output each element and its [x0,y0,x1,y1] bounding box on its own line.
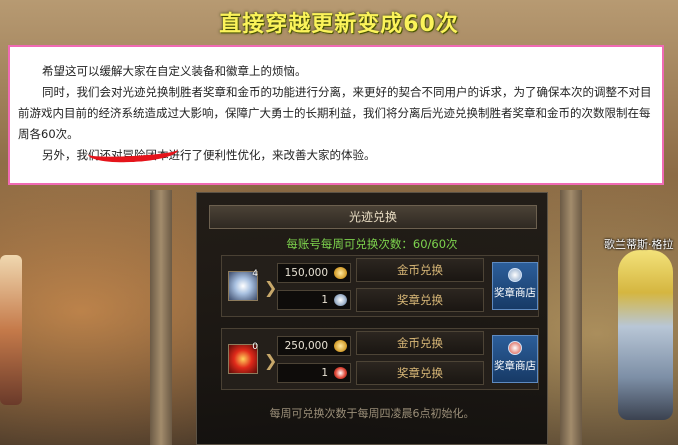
exchange-row: 0 ❯ 250,000 金币兑换 1 奖章兑换 奖章商店 [221,328,539,390]
arrow-right-icon: ❯ [264,351,278,370]
gold-exchange-button[interactable]: 金币兑换 [356,331,484,355]
medal-cost-field: 1 [277,363,351,383]
item-count: 4 [252,269,258,279]
light-trace-exchange-panel: 光迹兑换 每账号每周可兑换次数：60/60次 4 ❯ 150,000 金币兑换 … [196,192,548,445]
medal-exchange-button[interactable]: 奖章兑换 [356,361,484,385]
shop-emblem-icon [508,341,522,355]
notice-paragraph-2: 同时，我们会对光迹兑换制胜者奖章和金币的功能进行分离，来更好的契合不同用户的诉求… [18,85,652,141]
notice-box: 希望这可以缓解大家在自定义装备和徽章上的烦恼。 同时，我们会对光迹兑换制胜者奖章… [8,45,664,185]
medal-cost-value: 1 [321,294,328,306]
red-medal-item-slot[interactable]: 0 [228,342,258,374]
silver-medal-icon [334,294,347,306]
npc-name-label: 歌兰蒂斯·格拉 [604,238,674,251]
gold-exchange-button[interactable]: 金币兑换 [356,258,484,282]
shop-button-label: 奖章商店 [494,360,536,372]
item-count: 0 [252,342,258,352]
arrow-right-icon: ❯ [264,278,278,297]
medal-exchange-button[interactable]: 奖章兑换 [356,288,484,312]
npc-character[interactable] [618,250,673,420]
background-pillar-right [560,190,582,445]
weekly-limit-text: 每账号每周可兑换次数：60/60次 [286,237,458,251]
gold-coin-icon [334,340,347,352]
gold-cost-field: 250,000 [277,336,351,356]
gold-coin-icon [334,267,347,279]
panel-header: 光迹兑换 [209,205,537,229]
medal-shop-button[interactable]: 奖章商店 [492,262,538,310]
gold-cost-value: 150,000 [284,267,328,279]
exchange-row: 4 ❯ 150,000 金币兑换 1 奖章兑换 奖章商店 [221,255,539,317]
notice-paragraph-1: 希望这可以缓解大家在自定义装备和徽章上的烦恼。 [42,64,307,78]
shop-button-label: 奖章商店 [494,287,536,299]
medal-cost-value: 1 [321,367,328,379]
background-pillar-left [150,190,172,445]
player-character-left[interactable] [0,255,22,405]
medal-cost-field: 1 [277,290,351,310]
gold-cost-field: 150,000 [277,263,351,283]
red-medal-icon [334,367,347,379]
reset-note: 每周可兑换次数于每周四凌晨6点初始化。 [269,407,475,420]
medal-shop-button[interactable]: 奖章商店 [492,335,538,383]
page-title: 直接穿越更新变成60次 [219,12,459,37]
gold-cost-value: 250,000 [284,340,328,352]
silver-medal-item-slot[interactable]: 4 [228,269,258,301]
shop-emblem-icon [508,268,522,282]
